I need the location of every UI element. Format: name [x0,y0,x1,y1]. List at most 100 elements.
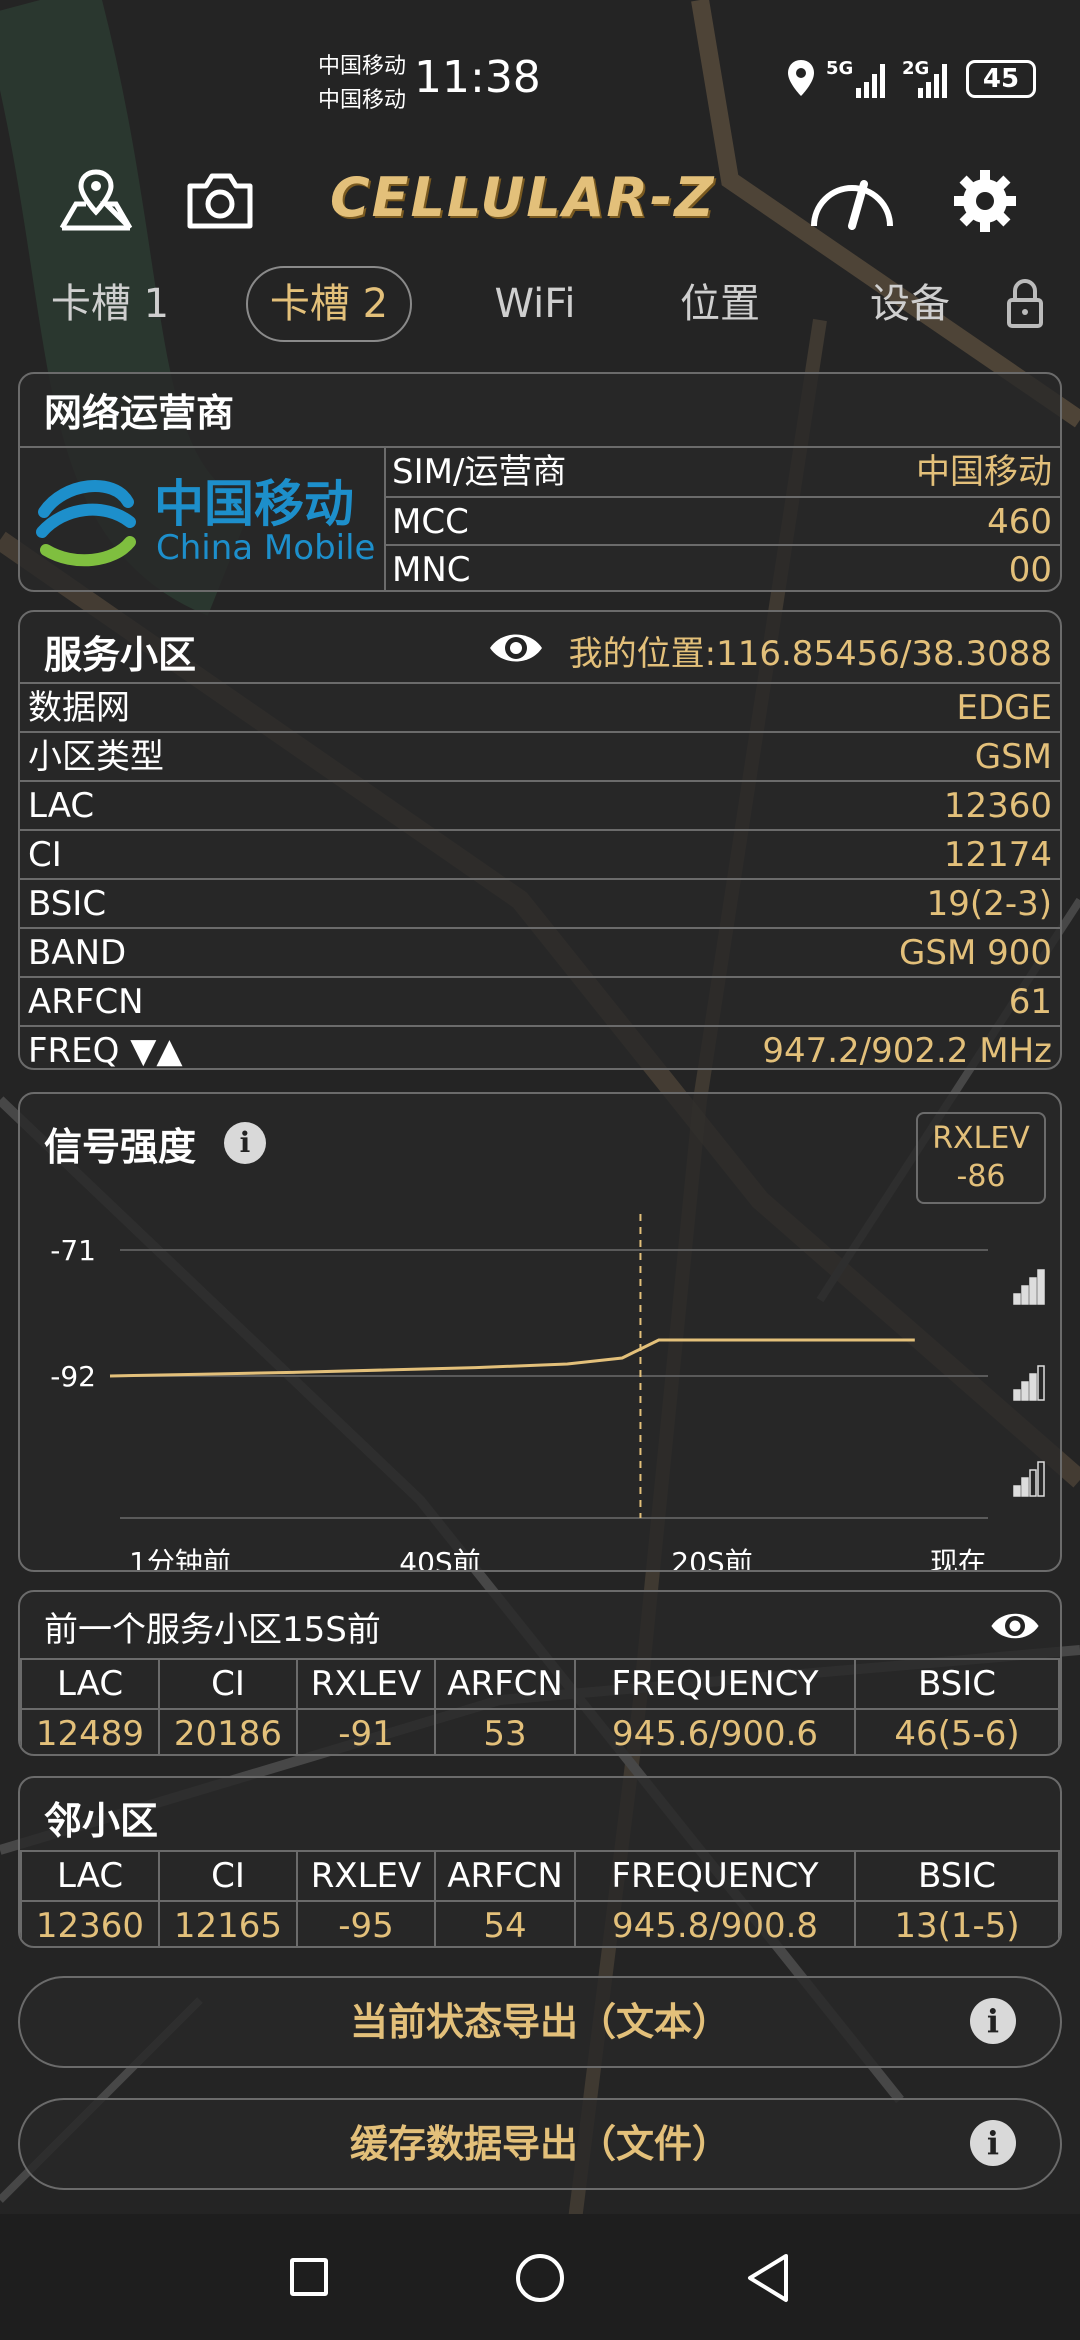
serving-row: 数据网 EDGE [20,682,1060,732]
row-value: 00 [1008,550,1052,590]
col-header: RXLEV [296,1658,436,1710]
table-cell: 20186 [158,1708,298,1754]
signal-bar [1013,1293,1021,1305]
previous-cell-table: LAC CI RXLEV ARFCN FREQUENCY BSIC 12489 … [20,1658,1060,1754]
x-tick-label: 20S前 [671,1546,752,1572]
row-value: 中国移动 [916,452,1052,492]
rxlev-badge: RXLEV -86 [916,1112,1046,1204]
neighbor-cell-panel: 邻小区 LAC CI RXLEV ARFCN FREQUENCY BSIC 12… [18,1776,1062,1948]
row-value: EDGE [956,688,1053,728]
table-cell: 12165 [158,1900,298,1946]
camera-icon[interactable] [184,170,256,232]
signal-info-icon[interactable]: i [224,1122,266,1164]
signal-bar [1037,1461,1045,1497]
serving-row: FREQ ▼▲ 947.2/902.2 MHz [20,1025,1060,1070]
map-pin-icon[interactable] [58,168,134,232]
my-location: 我的位置:116.85456/38.3088 [568,634,1052,674]
table-cell: 46(5-6) [854,1708,1060,1754]
signal-bar [1021,1477,1029,1497]
tab-sim2[interactable]: 卡槽 2 [246,266,412,342]
signal-bar [1029,1469,1037,1497]
tab-wifi[interactable]: WiFi [480,266,590,342]
eye-icon[interactable] [986,1606,1044,1646]
table-row: 12360 12165 -95 54 945.8/900.8 13(1-5) [20,1900,1060,1946]
col-header: BSIC [854,1850,1060,1902]
signal-bar [1021,1285,1029,1305]
row-key: SIM/运营商 [392,452,567,492]
signal-bars-icon [1013,1269,1045,1305]
tab-device[interactable]: 设备 [860,266,960,342]
eye-icon[interactable] [486,626,546,670]
row-key: 小区类型 [28,737,164,777]
table-cell: 53 [434,1708,576,1754]
export-text-label: 当前状态导出（文本） [349,2000,730,2044]
y-tick-label: -92 [50,1360,96,1393]
lock-icon[interactable] [1006,278,1044,328]
neighbor-cell-table: LAC CI RXLEV ARFCN FREQUENCY BSIC 12360 … [20,1850,1060,1946]
table-header-row: LAC CI RXLEV ARFCN FREQUENCY BSIC [20,1658,1060,1710]
battery-level: 45 [982,64,1020,94]
signal-bar [1013,1485,1021,1497]
serving-row: CI 12174 [20,829,1060,879]
operator-row-mcc: MCC 460 [384,496,1060,546]
signal-strength-icon-2 [918,64,947,98]
signal-bar [1037,1365,1045,1401]
row-key: MCC [392,502,469,542]
col-header: RXLEV [296,1850,436,1902]
signal-bar [1037,1269,1045,1305]
row-key: CI [28,835,62,875]
rxlev-badge-value: -86 [956,1159,1006,1194]
home-button[interactable] [516,2254,564,2302]
app-logo: CELLULAR-Z [330,166,716,229]
status-time: 11:38 [414,52,541,103]
navigation-bar [0,2214,1080,2340]
export-file-button[interactable]: 缓存数据导出（文件） [18,2098,1062,2190]
signal-bar [1029,1373,1037,1401]
row-key: FREQ ▼▲ [28,1031,183,1070]
row-value: 460 [987,502,1052,542]
row-value: 12174 [943,835,1052,875]
row-key: BAND [28,933,127,973]
signal-strength-icon-1 [856,64,885,98]
operator-row-mnc: MNC 00 [384,544,1060,590]
export-text-info-icon[interactable]: i [970,1998,1016,2044]
export-file-info-icon[interactable]: i [970,2120,1016,2166]
col-header: CI [158,1850,298,1902]
china-mobile-logo: 中国移动 China Mobile [20,448,384,590]
row-key: ARFCN [28,982,144,1022]
tab-sim1[interactable]: 卡槽 1 [40,266,180,342]
row-value: 19(2-3) [926,884,1052,924]
operator-row-sim: SIM/运营商 中国移动 [384,446,1060,496]
signal-bar [1029,1277,1037,1305]
table-cell: 945.6/900.6 [574,1708,856,1754]
china-mobile-logo-en: China Mobile [156,528,376,568]
x-tick-label: 1分钟前 [129,1546,231,1572]
row-value: GSM 900 [899,933,1052,973]
speedometer-icon[interactable] [806,170,898,230]
signal-strength-title: 信号强度 [44,1125,197,1169]
carrier-name-1: 中国移动 [318,54,407,79]
status-bar: 中国移动 中国移动 11:38 5G 2G 45 [0,40,1080,120]
serving-cell-panel: 服务小区 我的位置:116.85456/38.3088 数据网 EDGE 小区类… [18,610,1062,1070]
signal-chart: -71 -92 1分钟前 40S前 20S前 现在 [50,1214,1045,1572]
back-button[interactable] [744,2252,792,2304]
y-tick-label: -71 [50,1234,96,1267]
export-file-label: 缓存数据导出（文件） [349,2122,730,2166]
signal-series-line [109,1338,915,1378]
row-value: 12360 [943,786,1052,826]
battery-icon: 45 [966,60,1036,98]
serving-row: 小区类型 GSM [20,731,1060,781]
x-tick-label: 40S前 [399,1546,480,1572]
table-cell: -91 [296,1708,436,1754]
row-key: 数据网 [28,688,130,728]
gear-icon[interactable] [952,168,1018,234]
signal-strength-panel: 信号强度 i RXLEV -86 -71 -92 1分钟前 40S前 20S前 现在 [18,1092,1062,1572]
recent-apps-button[interactable] [290,2258,328,2296]
rxlev-badge-label: RXLEV [932,1121,1030,1156]
row-value: 947.2/902.2 MHz [762,1031,1052,1070]
col-header: LAC [20,1850,160,1902]
export-text-button[interactable]: 当前状态导出（文本） [18,1976,1062,2068]
location-status-icon [788,60,814,96]
tab-location[interactable]: 位置 [670,266,770,342]
serving-row: ARFCN 61 [20,976,1060,1026]
